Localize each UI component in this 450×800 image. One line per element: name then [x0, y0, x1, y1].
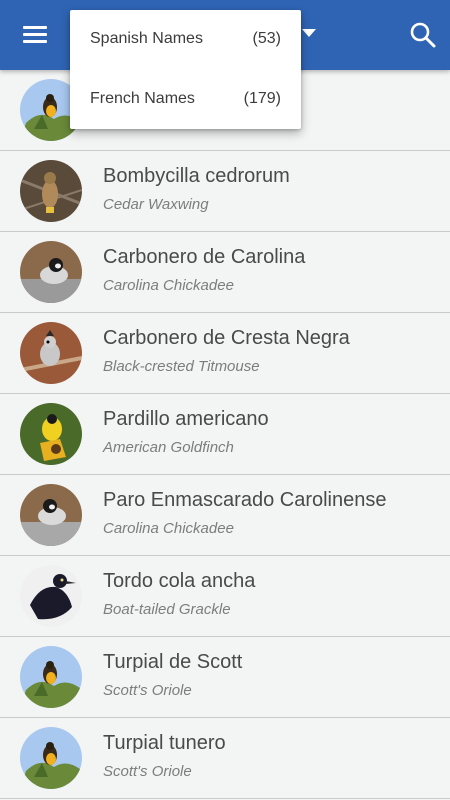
bird-thumbnail — [20, 160, 82, 222]
dropdown-arrow-icon[interactable] — [302, 29, 316, 37]
list-item[interactable]: Bombycilla cedrorum Cedar Waxwing — [0, 151, 450, 232]
bird-name: Bombycilla cedrorum — [103, 165, 290, 187]
list-item[interactable]: Tordo cola ancha Boat-tailed Grackle — [0, 556, 450, 637]
bird-common-name: Carolina Chickadee — [103, 277, 234, 294]
menu-item-label: Spanish Names — [90, 30, 203, 47]
bird-common-name: Black-crested Titmouse — [103, 358, 260, 375]
bird-common-name: Cedar Waxwing — [103, 196, 209, 213]
menu-item-count: (179) — [243, 90, 281, 107]
bird-name: Carbonero de Carolina — [103, 246, 306, 268]
bird-thumbnail — [20, 403, 82, 465]
language-popup-menu: Spanish Names (53) French Names (179) — [70, 10, 301, 129]
bird-thumbnail — [20, 727, 82, 789]
bird-thumbnail — [20, 565, 82, 627]
hamburger-menu-icon[interactable] — [14, 21, 56, 49]
bird-common-name: Boat-tailed Grackle — [103, 601, 231, 618]
list-item[interactable]: Turpial de Scott Scott's Oriole — [0, 637, 450, 718]
bird-thumbnail — [20, 241, 82, 303]
list-item[interactable]: Pardillo americano American Goldfinch — [0, 394, 450, 475]
bird-name: Turpial de Scott — [103, 651, 243, 673]
list-item[interactable]: Paro Enmascarado Carolinense Carolina Ch… — [0, 475, 450, 556]
bird-thumbnail — [20, 322, 82, 384]
bird-name: Carbonero de Cresta Negra — [103, 327, 350, 349]
bird-name: Turpial tunero — [103, 732, 226, 754]
bird-name: Paro Enmascarado Carolinense — [103, 489, 387, 511]
search-icon[interactable] — [408, 20, 438, 50]
list-item[interactable]: Carbonero de Cresta Negra Black-crested … — [0, 313, 450, 394]
menu-item-spanish-names[interactable]: Spanish Names (53) — [70, 10, 301, 70]
bird-common-name: Scott's Oriole — [103, 682, 192, 699]
bird-name: Pardillo americano — [103, 408, 269, 430]
bird-list: Scott's Oriole Bombycilla cedrorum Cedar… — [0, 70, 450, 799]
menu-item-label: French Names — [90, 90, 195, 107]
bird-common-name: Scott's Oriole — [103, 763, 192, 780]
list-item[interactable]: Carbonero de Carolina Carolina Chickadee — [0, 232, 450, 313]
bird-thumbnail — [20, 484, 82, 546]
bird-common-name: American Goldfinch — [103, 439, 234, 456]
bird-thumbnail — [20, 646, 82, 708]
bird-common-name: Carolina Chickadee — [103, 520, 234, 537]
menu-item-count: (53) — [252, 30, 281, 47]
menu-item-french-names[interactable]: French Names (179) — [70, 70, 301, 130]
list-item[interactable]: Turpial tunero Scott's Oriole — [0, 718, 450, 799]
bird-name: Tordo cola ancha — [103, 570, 256, 592]
